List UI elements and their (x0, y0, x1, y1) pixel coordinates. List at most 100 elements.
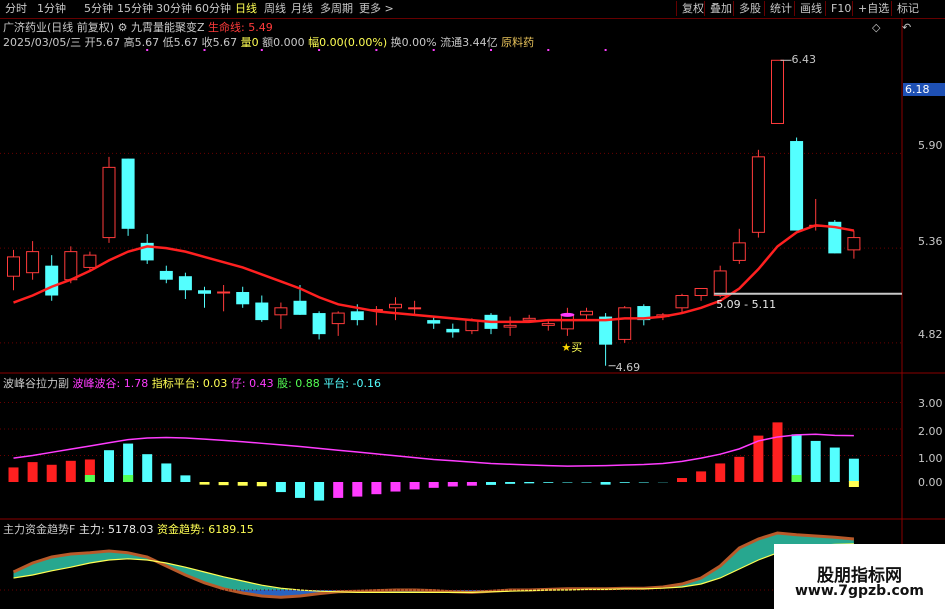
signal-dot (146, 49, 149, 51)
tab-period-fenshi[interactable]: 分时 (5, 2, 27, 16)
sub1-bar (447, 482, 458, 487)
sub1-bar (314, 482, 325, 501)
sub2-name[interactable]: 主力资金趋势F (3, 523, 75, 536)
sub1-bar (237, 482, 248, 486)
sub1-bar-green (791, 475, 802, 482)
tab-period-1min[interactable]: 1分钟 (37, 2, 66, 16)
sub1-bar (371, 482, 382, 495)
candle-body (7, 256, 20, 277)
lifeline-value: 生命线: 5.49 (208, 21, 273, 34)
tab-period-daily[interactable]: 日线 (235, 2, 257, 16)
ohlc-field: 收5.67 (201, 36, 241, 49)
support-range-label: 5.09 - 5.11 (716, 297, 777, 311)
sub1-bar (581, 482, 592, 483)
sub1-bar (65, 460, 76, 482)
ohlc-field: 额0.000 (262, 36, 309, 49)
sub1-bar (677, 478, 687, 482)
ohlc-field: 开5.67 (84, 36, 124, 49)
sub1-name[interactable]: 波峰谷拉力副 (3, 377, 69, 390)
signal-dot (318, 49, 321, 51)
sub1-tick: 0.00 (918, 476, 943, 489)
sub1-bar (142, 454, 153, 482)
candle-body (217, 291, 231, 294)
sub1-value: 平台: -0.16 (323, 377, 381, 390)
sub1-bar (104, 450, 114, 482)
low-annotation: 4.69 (615, 360, 641, 374)
buy-label: 买 (571, 341, 583, 355)
sub1-bar (199, 482, 210, 485)
candle-body (159, 270, 173, 280)
back-arrow-icon[interactable]: ↶ (902, 21, 911, 34)
sub1-line (13, 433, 854, 467)
mark-button[interactable]: 标记 (891, 1, 924, 16)
signal-dot (604, 49, 607, 51)
tab-period-60min[interactable]: 60分钟 (195, 2, 231, 16)
candle-body (198, 290, 211, 294)
sub1-bar (600, 482, 611, 485)
tab-period-multi[interactable]: 多周期 (320, 2, 353, 16)
sub1-bar (829, 447, 840, 482)
tab-period-30min[interactable]: 30分钟 (156, 2, 192, 16)
candle-body (771, 59, 784, 124)
price-tick: 5.36 (918, 235, 943, 248)
sub1-bar (390, 482, 401, 492)
draw-line-button[interactable]: 画线 (794, 1, 827, 16)
stats-button[interactable]: 统计 (764, 1, 797, 16)
sub1-bar (27, 462, 38, 482)
candle-body (274, 307, 288, 316)
candle-body (790, 141, 804, 231)
ohlc-field: 换0.00% (390, 36, 441, 49)
candle-body (408, 307, 422, 310)
sub1-bar (562, 482, 573, 483)
diamond-icon[interactable]: ◇ (872, 21, 880, 34)
sub1-bar (46, 464, 57, 482)
sub1-bar (524, 482, 535, 484)
toolbar: 分时 1分钟 5分钟 15分钟 30分钟 60分钟 日线 周线 月线 多周期 更… (0, 0, 945, 19)
ohlc-field: 量0 (240, 36, 263, 49)
sub1-bar (715, 463, 726, 482)
sub1-value: 股: 0.88 (277, 377, 320, 390)
candle-body (45, 265, 59, 296)
sub1-bar (619, 482, 630, 483)
sub1-bar (428, 482, 439, 488)
candle-body (847, 237, 861, 251)
gear-circle-icon[interactable]: ⚙ (118, 21, 128, 34)
sub1-tick: 3.00 (918, 397, 943, 410)
sub1-tick: 1.00 (918, 452, 943, 465)
signal-dot (432, 49, 435, 51)
tab-period-weekly[interactable]: 周线 (264, 2, 286, 16)
indicator-name[interactable]: 九霄量能聚变Z (131, 21, 205, 34)
tab-period-monthly[interactable]: 月线 (291, 2, 313, 16)
candle-body (236, 292, 250, 305)
candle-body (618, 307, 632, 340)
candle-body (675, 295, 689, 309)
candle-body (503, 324, 517, 328)
sub2-value: 资金趋势: 6189.15 (157, 523, 254, 536)
price-tick: 4.82 (918, 328, 943, 341)
sub1-header: 波峰谷拉力副 波峰波谷: 1.78 指标平台: 0.03 仔: 0.43 股: … (3, 377, 381, 390)
sub1-bar (218, 482, 229, 486)
sub1-bar (486, 482, 496, 485)
candle-body (64, 251, 78, 281)
sub1-value: 指标平台: 0.03 (151, 377, 228, 390)
candle-body (26, 251, 40, 274)
sub1-bar (180, 475, 191, 482)
sub1-bar-yellow (848, 481, 859, 487)
sub1-bar (543, 482, 554, 483)
sub1-bar (638, 482, 649, 483)
tab-period-5min[interactable]: 5分钟 (84, 2, 113, 16)
tab-period-15min[interactable]: 15分钟 (117, 2, 153, 16)
add-favorite-button[interactable]: +自选 (852, 1, 894, 16)
sub2-fill-area (13, 533, 854, 598)
candle-body (713, 270, 727, 297)
candle-body (350, 311, 364, 321)
tab-period-more[interactable]: 更多 > (359, 2, 394, 16)
stock-title: 广济药业(日线 前复权) (3, 21, 115, 34)
ohlc-field: 流通3.44亿 (440, 36, 502, 49)
sub1-bar (409, 482, 420, 490)
chart-canvas[interactable] (0, 0, 945, 609)
sub1-bar (696, 471, 707, 482)
candle-body (694, 287, 708, 297)
candle-body (580, 310, 593, 316)
multi-stock-button[interactable]: 多股 (733, 1, 766, 16)
